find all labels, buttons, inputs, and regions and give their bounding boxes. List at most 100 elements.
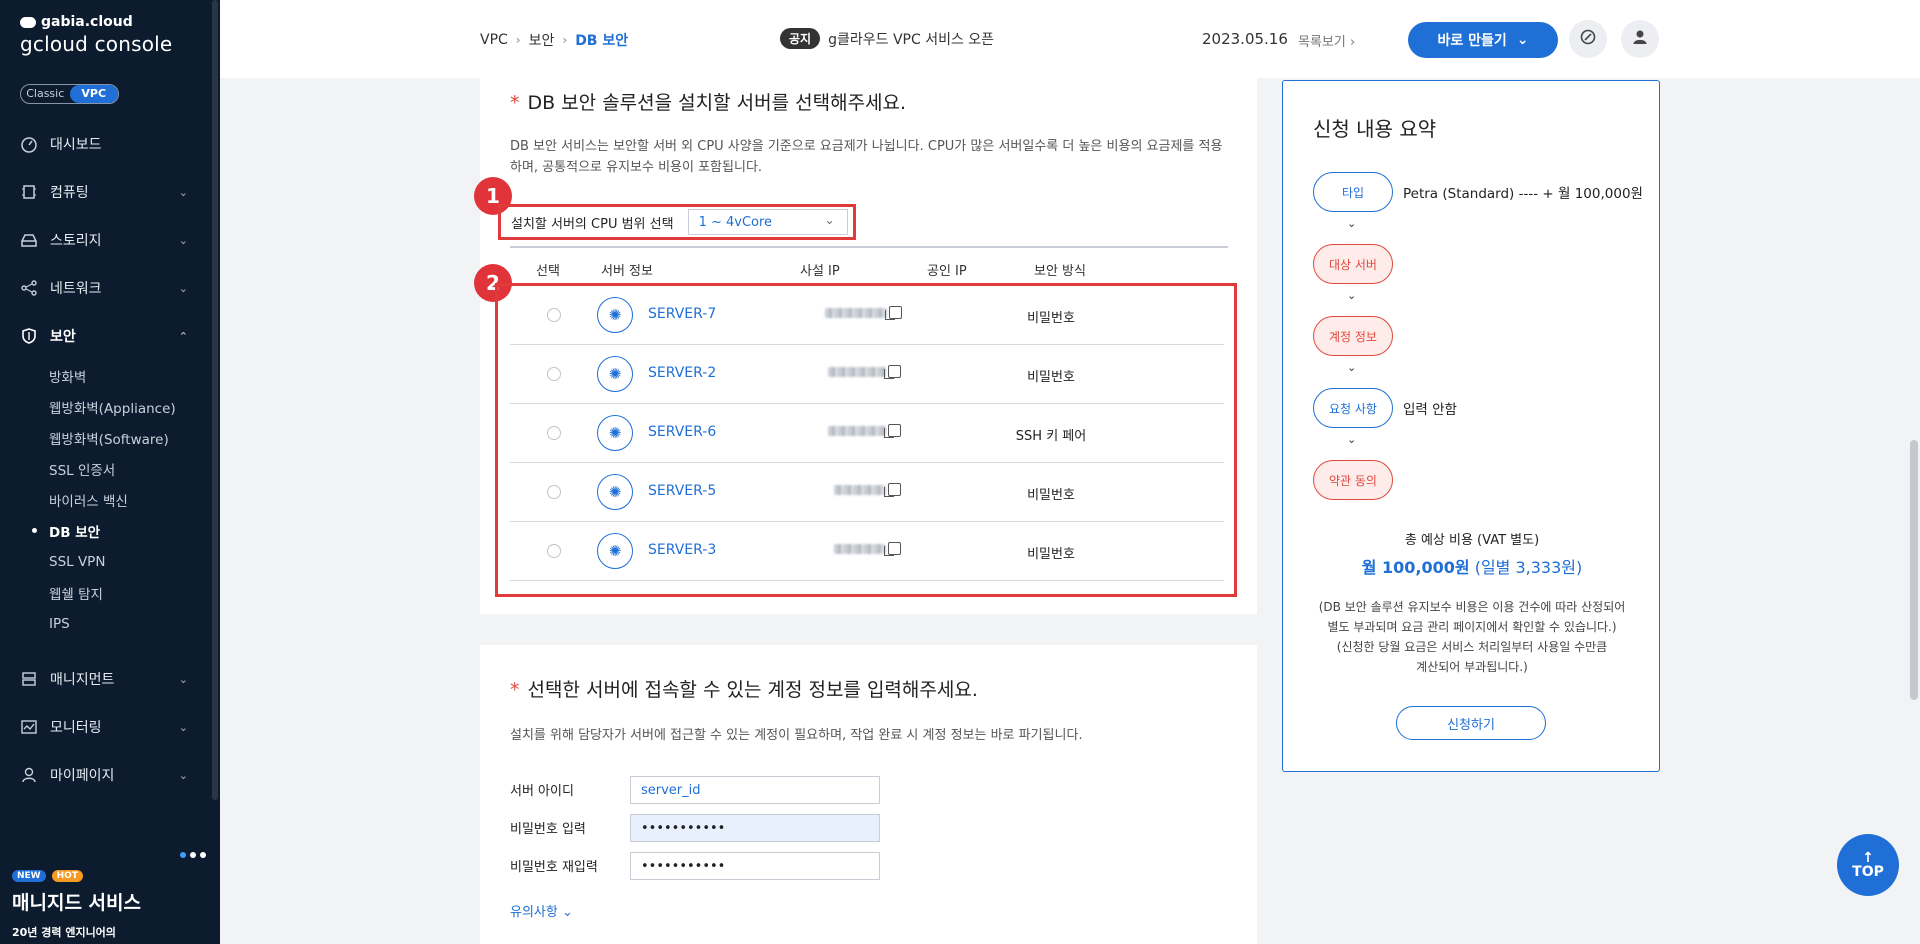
sidebar-item-storage[interactable]: 스토리지 ⌄: [0, 216, 212, 264]
sidebar-item-label: 컴퓨팅: [50, 185, 89, 201]
table-row[interactable]: ✺ SERVER-3 비밀번호: [510, 522, 1224, 581]
required-mark: *: [510, 679, 520, 701]
top-header: VPC › 보안 › DB 보안 공지 g클라우드 VPC 서비스 오픈 202…: [220, 0, 1920, 78]
submenu-antivirus[interactable]: 바이러스 백신: [49, 484, 212, 515]
submenu-db-security[interactable]: DB 보안: [32, 515, 212, 546]
server-name[interactable]: SERVER-2: [648, 365, 716, 381]
sidebar-item-label: 모니터링: [50, 720, 102, 736]
submenu-ssl-vpn[interactable]: SSL VPN: [49, 546, 212, 577]
cpu-range-select[interactable]: 1 ~ 4vCore ⌄: [687, 209, 848, 235]
select-radio[interactable]: [547, 485, 561, 499]
quick-create-button[interactable]: 바로 만들기 ⌄: [1408, 22, 1558, 58]
carousel-dots[interactable]: [180, 852, 206, 858]
sidebar: gabia.cloud gcloud console Classic VPC 대…: [0, 0, 220, 944]
brand-top-text: gabia.cloud: [41, 14, 133, 30]
chevron-down-icon: ⌄: [824, 213, 835, 227]
notice-list-link[interactable]: 목록보기 ›: [1298, 31, 1355, 50]
server-name[interactable]: SERVER-5: [648, 483, 716, 499]
step-account-info: 계정 정보: [1313, 316, 1393, 356]
profile-button[interactable]: [1621, 20, 1659, 58]
chevron-right-icon: ›: [562, 33, 568, 47]
sidebar-item-monitoring[interactable]: 모니터링 ⌄: [0, 703, 212, 751]
apply-button[interactable]: 신청하기: [1396, 706, 1546, 740]
sidebar-item-dashboard[interactable]: 대시보드: [0, 120, 212, 168]
sidebar-item-management[interactable]: 매니지먼트 ⌄: [0, 655, 212, 703]
storage-icon: [20, 231, 38, 249]
brand-logo[interactable]: gabia.cloud gcloud console: [20, 14, 172, 56]
submenu-ips[interactable]: IPS: [49, 608, 212, 639]
section-title: * DB 보안 솔루션을 설치할 서버를 선택해주세요.: [510, 92, 907, 114]
chevron-down-icon: ⌄: [178, 281, 188, 295]
chevron-down-icon: ⌄: [178, 233, 188, 247]
quick-create-label: 바로 만들기: [1437, 33, 1507, 49]
server-name[interactable]: SERVER-6: [648, 424, 716, 440]
password-confirm-label: 비밀번호 재입력: [510, 860, 598, 875]
user-icon: [20, 766, 38, 784]
server-gear-icon: ✺: [597, 415, 633, 451]
toggle-vpc[interactable]: VPC: [69, 85, 118, 103]
breadcrumb-vpc[interactable]: VPC: [480, 32, 508, 48]
table-row[interactable]: ✺ SERVER-2 비밀번호: [510, 345, 1224, 404]
security-mode: 비밀번호: [1027, 370, 1075, 385]
server-id-input[interactable]: server_id: [630, 776, 880, 804]
select-radio[interactable]: [547, 367, 561, 381]
chevron-down-icon: ⌄: [1347, 217, 1357, 230]
copy-icon[interactable]: [884, 424, 901, 438]
classic-vpc-toggle[interactable]: Classic VPC: [20, 84, 119, 104]
table-row[interactable]: ✺ SERVER-6 SSH 키 페어: [510, 404, 1224, 463]
password-confirm-input[interactable]: •••••••••••: [630, 852, 880, 880]
account-info-card: * 선택한 서버에 접속할 수 있는 계정 정보를 입력해주세요. 설치를 위해 …: [480, 645, 1257, 944]
sidebar-item-network[interactable]: 네트워크 ⌄: [0, 264, 212, 312]
select-radio[interactable]: [547, 308, 561, 322]
section-description: DB 보안 서비스는 보안할 서버 외 CPU 사양을 기준으로 요금제가 나뉩…: [510, 139, 1223, 175]
breadcrumb-current: DB 보안: [575, 33, 629, 49]
chevron-down-icon: ⌄: [1347, 433, 1357, 446]
arrow-up-icon: ↑: [1862, 850, 1874, 866]
chevron-down-icon: ⌄: [1347, 289, 1357, 302]
sidebar-item-security[interactable]: 보안 ⌃: [0, 312, 212, 360]
step-type: 타입: [1313, 172, 1393, 212]
promo-title: 매니지드 서비스: [12, 892, 141, 914]
management-icon: [20, 670, 38, 688]
copy-icon[interactable]: [884, 483, 901, 497]
toggle-classic[interactable]: Classic: [21, 85, 70, 103]
table-row[interactable]: ✺ SERVER-7 비밀번호: [510, 286, 1224, 345]
sidebar-nav: 대시보드 컴퓨팅 ⌄ 스토리지 ⌄ 네트워크 ⌄ 보안 ⌃ 방화벽 웹방화벽(A…: [0, 120, 212, 799]
server-gear-icon: ✺: [597, 533, 633, 569]
notice-bar[interactable]: 공지 g클라우드 VPC 서비스 오픈: [780, 28, 994, 49]
submenu-ssl-cert[interactable]: SSL 인증서: [49, 453, 212, 484]
chat-button[interactable]: [1569, 20, 1607, 58]
select-radio[interactable]: [547, 426, 561, 440]
password-input[interactable]: •••••••••••: [630, 814, 880, 842]
submenu-waf-software[interactable]: 웹방화벽(Software): [49, 422, 212, 453]
col-public-ip: 공인 IP: [927, 264, 967, 279]
chevron-down-icon: ⌄: [178, 185, 188, 199]
promo-banner[interactable]: NEW HOT 매니지드 서비스 20년 경력 엔지니어의: [0, 836, 220, 944]
table-row[interactable]: ✺ SERVER-5 비밀번호: [510, 463, 1224, 522]
select-radio[interactable]: [547, 544, 561, 558]
sidebar-scrollbar[interactable]: [212, 0, 218, 800]
copy-icon[interactable]: [885, 306, 902, 320]
breadcrumb-security[interactable]: 보안: [529, 30, 555, 50]
server-name[interactable]: SERVER-3: [648, 542, 716, 558]
total-cost-value: 월 100,000원 (일별 3,333원): [1361, 558, 1583, 577]
server-gear-icon: ✺: [597, 474, 633, 510]
copy-icon[interactable]: [884, 542, 901, 556]
hot-badge: HOT: [51, 870, 83, 882]
scroll-top-button[interactable]: ↑ TOP: [1837, 834, 1899, 896]
chat-icon: [1579, 28, 1597, 50]
notes-toggle[interactable]: 유의사항 ⌄: [510, 901, 573, 920]
sidebar-item-mypage[interactable]: 마이페이지 ⌄: [0, 751, 212, 799]
submenu-waf-appliance[interactable]: 웹방화벽(Appliance): [49, 391, 212, 422]
submenu-webshell[interactable]: 웹쉘 탐지: [49, 577, 212, 608]
server-name[interactable]: SERVER-7: [648, 306, 716, 322]
chevron-down-icon: ⌄: [178, 672, 188, 686]
copy-icon[interactable]: [884, 365, 901, 379]
submenu-firewall[interactable]: 방화벽: [49, 360, 212, 391]
chevron-down-icon: ⌄: [178, 768, 188, 782]
notice-text[interactable]: g클라우드 VPC 서비스 오픈: [828, 29, 994, 49]
sidebar-item-label: 네트워크: [50, 281, 102, 297]
page-scrollbar[interactable]: [1910, 440, 1918, 700]
sidebar-item-computing[interactable]: 컴퓨팅 ⌄: [0, 168, 212, 216]
sidebar-item-label: 대시보드: [50, 137, 102, 153]
